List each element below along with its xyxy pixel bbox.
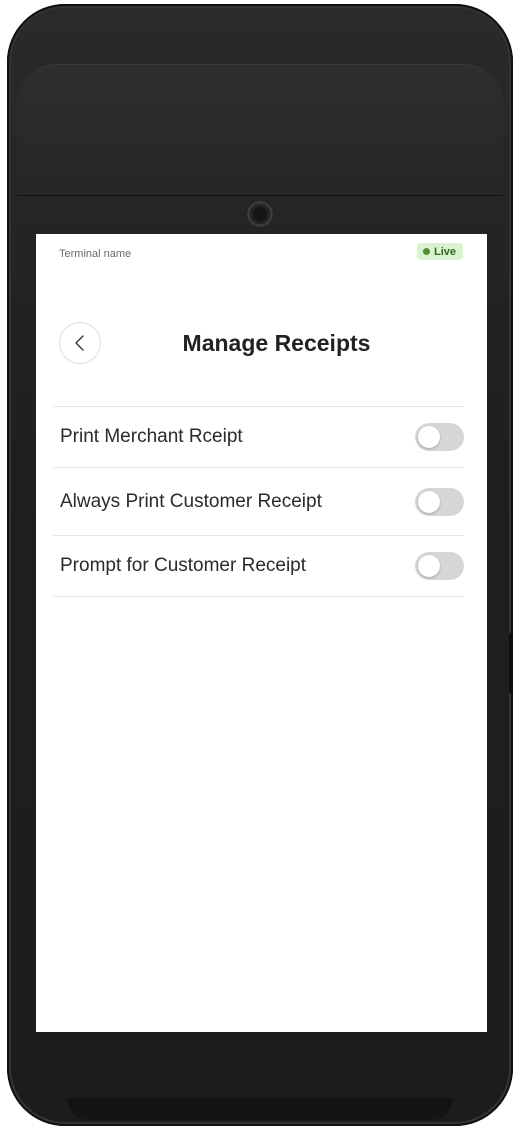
page-header: Manage Receipts — [36, 322, 487, 368]
setting-label: Print Merchant Rceipt — [60, 426, 243, 447]
device-bottom-edge — [67, 1098, 453, 1120]
back-button[interactable] — [59, 322, 101, 364]
print-merchant-receipt-toggle[interactable] — [415, 423, 464, 451]
setting-row-always-print-customer-receipt: Always Print Customer Receipt — [53, 468, 464, 536]
setting-label: Always Print Customer Receipt — [60, 490, 322, 512]
toggle-knob — [418, 555, 440, 577]
receipt-settings-list: Print Merchant Rceipt Always Print Custo… — [53, 406, 464, 597]
prompt-for-customer-receipt-toggle[interactable] — [415, 552, 464, 580]
page-title: Manage Receipts — [182, 330, 371, 356]
live-status-badge: Live — [416, 243, 463, 260]
terminal-name: Terminal name — [59, 248, 132, 260]
setting-label: Prompt for Customer Receipt — [60, 555, 307, 576]
toggle-knob — [418, 426, 440, 448]
setting-row-prompt-for-customer-receipt: Prompt for Customer Receipt — [53, 536, 464, 597]
device-top-bezel — [17, 64, 503, 196]
camera-icon — [250, 204, 270, 224]
setting-row-print-merchant-receipt: Print Merchant Rceipt — [53, 407, 464, 468]
status-bar: Terminal name Live — [36, 234, 487, 274]
always-print-customer-receipt-toggle[interactable] — [415, 487, 464, 516]
side-button[interactable] — [509, 632, 513, 694]
toggle-knob — [418, 490, 440, 513]
live-dot-icon — [422, 248, 430, 255]
chevron-left-icon — [75, 335, 84, 351]
device-screen: Terminal name Live Manage Receipts Print… — [36, 234, 487, 1032]
live-badge-label: Live — [433, 245, 456, 258]
